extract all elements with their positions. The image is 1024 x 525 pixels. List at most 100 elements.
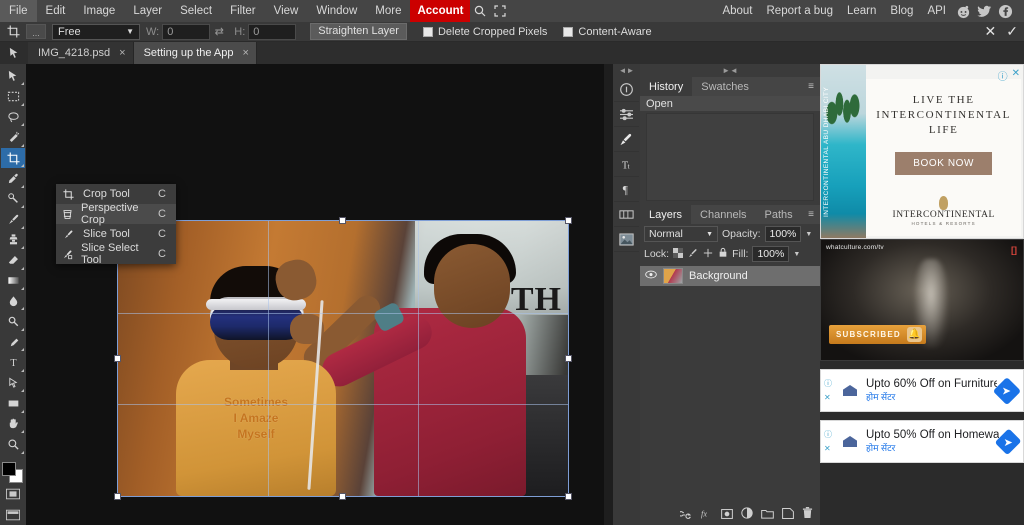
timeline-icon[interactable] xyxy=(614,202,639,227)
crop-width-field[interactable]: W: 0 xyxy=(146,24,210,40)
image-icon[interactable] xyxy=(614,227,639,252)
layer-visibility-icon[interactable] xyxy=(645,270,657,282)
ad-text-furniture[interactable]: ⓘ ✕ Upto 60% Off on Furniture होम सेंटर … xyxy=(820,369,1024,412)
menu-item-more[interactable]: More xyxy=(366,0,410,22)
menu-item-window[interactable]: Window xyxy=(307,0,366,22)
layer-list[interactable]: Background xyxy=(640,264,820,505)
opacity-slider-toggle[interactable]: ▼ xyxy=(805,231,812,238)
lock-position-icon[interactable] xyxy=(703,248,713,261)
opacity-input[interactable]: 100% xyxy=(765,226,802,242)
ad-info-icon[interactable]: ⓘ xyxy=(824,429,832,440)
menu-item-image[interactable]: Image xyxy=(74,0,124,22)
blur-tool[interactable] xyxy=(1,291,25,311)
crop-preset-button[interactable]: ... xyxy=(26,24,46,39)
tab-channels[interactable]: Channels xyxy=(691,205,755,224)
adjustment-layer-icon[interactable] xyxy=(741,506,753,524)
eyedropper-tool[interactable] xyxy=(1,168,25,188)
clone-stamp-tool[interactable] xyxy=(1,230,25,250)
screen-mode-toggle[interactable] xyxy=(1,504,25,524)
tab-close-icon[interactable]: × xyxy=(243,47,249,59)
menu-item-filter[interactable]: Filter xyxy=(221,0,265,22)
cancel-crop-icon[interactable]: ✕ xyxy=(985,23,997,40)
fill-input[interactable]: 100% xyxy=(752,246,789,262)
commit-crop-icon[interactable]: ✓ xyxy=(1006,23,1018,40)
shape-tool[interactable] xyxy=(1,393,25,413)
blend-mode-select[interactable]: Normal ▼ xyxy=(644,226,718,242)
crop-height-field[interactable]: H: 0 xyxy=(234,24,296,40)
search-icon[interactable] xyxy=(470,0,490,22)
zoom-tool[interactable] xyxy=(1,434,25,454)
ad-book-now-button[interactable]: BOOK NOW xyxy=(895,152,992,175)
new-group-icon[interactable] xyxy=(761,506,774,524)
account-button[interactable]: Account xyxy=(410,0,470,22)
content-aware-checkbox[interactable]: Content-Aware xyxy=(563,26,651,38)
hand-tool[interactable] xyxy=(1,414,25,434)
flyout-item-crop-tool[interactable]: Crop Tool C xyxy=(56,184,176,204)
ad-text-homeware[interactable]: ⓘ ✕ Upto 50% Off on Homeware होम सेंटर ➤ xyxy=(820,420,1024,463)
crop-width-input[interactable]: 0 xyxy=(162,24,210,40)
swap-width-height-icon[interactable]: ⇄ xyxy=(210,25,228,38)
character-icon[interactable]: Tt xyxy=(614,152,639,177)
panel-menu-icon[interactable]: ≡ xyxy=(802,205,820,224)
crop-height-input[interactable]: 0 xyxy=(248,24,296,40)
ad-close-icon[interactable]: ✕ xyxy=(1012,68,1020,83)
new-layer-icon[interactable] xyxy=(782,506,794,524)
quick-mask-toggle[interactable] xyxy=(1,484,25,504)
history-entry-open[interactable]: Open xyxy=(640,96,820,111)
checkbox-box[interactable] xyxy=(423,27,433,37)
fullscreen-icon[interactable] xyxy=(490,0,510,22)
history-list-empty-area[interactable] xyxy=(646,113,814,201)
move-tool[interactable] xyxy=(1,66,25,86)
link-learn[interactable]: Learn xyxy=(840,0,883,22)
facebook-icon[interactable] xyxy=(998,4,1013,19)
eraser-tool[interactable] xyxy=(1,250,25,270)
pen-tool[interactable] xyxy=(1,332,25,352)
twitter-icon[interactable] xyxy=(977,4,992,19)
info-icon[interactable] xyxy=(614,77,639,102)
checkbox-box[interactable] xyxy=(563,27,573,37)
layer-row-background[interactable]: Background xyxy=(640,266,820,286)
layer-style-icon[interactable]: fx xyxy=(701,506,713,524)
delete-layer-icon[interactable] xyxy=(802,506,813,524)
ad-arrow-icon[interactable]: ➤ xyxy=(993,376,1021,404)
path-selection-tool[interactable] xyxy=(1,373,25,393)
layer-mask-icon[interactable] xyxy=(721,506,733,524)
crop-tool[interactable] xyxy=(1,148,25,168)
panel-menu-icon[interactable]: ≡ xyxy=(802,77,820,96)
ad-close-icon[interactable]: ✕ xyxy=(824,393,832,402)
styles-icon[interactable] xyxy=(614,127,639,152)
link-blog[interactable]: Blog xyxy=(883,0,920,22)
tab-paths[interactable]: Paths xyxy=(756,205,802,224)
menu-item-select[interactable]: Select xyxy=(171,0,221,22)
paragraph-icon[interactable]: ¶ xyxy=(614,177,639,202)
tab-img-4218[interactable]: IMG_4218.psd × xyxy=(28,42,134,64)
link-layers-icon[interactable] xyxy=(680,506,693,524)
link-api[interactable]: API xyxy=(920,0,953,22)
ad-banner-intercontinental[interactable]: INTERCONTINENTAL ABU DHABI CITY LIVE THE… xyxy=(820,64,1024,239)
notification-bell-icon[interactable]: 🔔 xyxy=(907,327,922,342)
menu-item-view[interactable]: View xyxy=(265,0,308,22)
tab-swatches[interactable]: Swatches xyxy=(692,77,758,96)
dock-collapse-icon[interactable]: ◄► xyxy=(619,64,635,77)
fill-slider-toggle[interactable]: ▼ xyxy=(793,251,800,258)
ad-video[interactable]: whatculture.com/tv [] SUBSCRIBED 🔔 xyxy=(820,239,1024,361)
lock-all-icon[interactable] xyxy=(718,247,728,261)
dodge-tool[interactable] xyxy=(1,311,25,331)
straighten-layer-button[interactable]: Straighten Layer xyxy=(310,23,407,40)
crop-ratio-select[interactable]: Free ▼ xyxy=(52,24,140,40)
healing-brush-tool[interactable] xyxy=(1,189,25,209)
menu-item-layer[interactable]: Layer xyxy=(124,0,171,22)
marquee-tool[interactable] xyxy=(1,86,25,106)
tab-close-icon[interactable]: × xyxy=(119,47,125,59)
crop-tool-flyout-menu[interactable]: Crop Tool C Perspective Crop C Slice Too… xyxy=(56,184,176,264)
canvas-area[interactable]: TH SometimesI AmazeMyself xyxy=(26,64,613,525)
menu-item-edit[interactable]: Edit xyxy=(37,0,75,22)
link-about[interactable]: About xyxy=(715,0,759,22)
magic-wand-tool[interactable] xyxy=(1,127,25,147)
ad-info-icon[interactable]: ⓘ xyxy=(824,378,832,389)
brush-tool[interactable] xyxy=(1,209,25,229)
flyout-item-perspective-crop[interactable]: Perspective Crop C xyxy=(56,204,176,224)
lock-transparency-icon[interactable] xyxy=(673,248,683,261)
menu-item-file[interactable]: File xyxy=(0,0,37,22)
adjustments-icon[interactable] xyxy=(614,102,639,127)
